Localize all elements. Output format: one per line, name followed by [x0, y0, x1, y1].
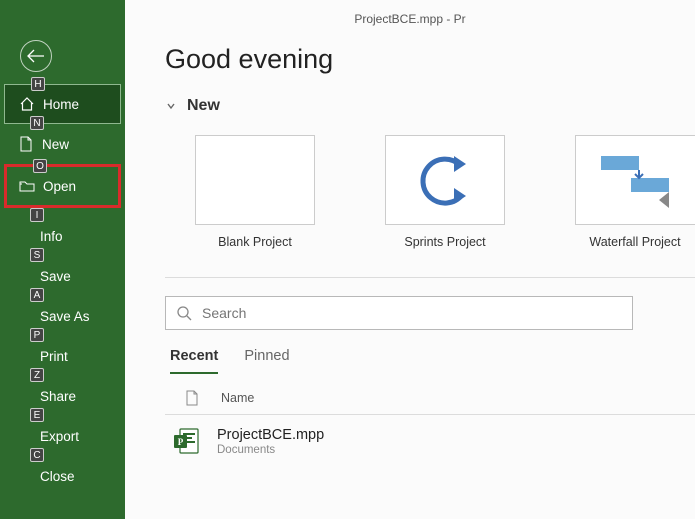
new-file-icon [18, 136, 34, 152]
template-sprints[interactable]: Sprints Project [385, 135, 505, 249]
section-new-label: New [187, 97, 220, 115]
template-waterfall-thumb [575, 135, 695, 225]
nav-share[interactable]: Share Z [0, 376, 125, 416]
nav-home-label: Home [43, 97, 79, 112]
key-hint: C [30, 448, 44, 462]
project-file-icon: P [171, 425, 203, 457]
section-new-header[interactable]: New [165, 97, 695, 115]
template-sprints-thumb [385, 135, 505, 225]
nav-saveas-label: Save As [40, 309, 90, 324]
nav-close[interactable]: Close C [0, 456, 125, 496]
svg-text:P: P [178, 437, 184, 447]
folder-open-icon [19, 178, 35, 194]
backstage-sidebar: Home H New N Open O Info I Save S Save A… [0, 0, 125, 519]
nav-export[interactable]: Export E [0, 416, 125, 456]
nav-export-label: Export [40, 429, 79, 444]
nav-share-label: Share [40, 389, 76, 404]
template-blank[interactable]: Blank Project [195, 135, 315, 249]
nav-info[interactable]: Info I [0, 216, 125, 256]
template-sprints-label: Sprints Project [404, 235, 485, 249]
search-icon [166, 305, 202, 321]
file-icon [185, 390, 199, 406]
sidebar-header [0, 0, 125, 84]
nav-open-label: Open [43, 179, 76, 194]
nav-info-label: Info [40, 229, 63, 244]
chevron-down-icon [165, 100, 177, 112]
back-arrow-icon [27, 49, 45, 63]
key-hint: O [33, 159, 47, 173]
recent-tabs: Recent Pinned [165, 348, 695, 374]
search-input[interactable] [202, 305, 632, 321]
templates-row: Blank Project Sprints Project [165, 135, 695, 249]
nav-new[interactable]: New N [0, 124, 125, 164]
tab-recent[interactable]: Recent [170, 348, 218, 374]
waterfall-icon [591, 150, 681, 210]
key-hint: A [30, 288, 44, 302]
key-hint: P [30, 328, 44, 342]
tab-pinned[interactable]: Pinned [244, 348, 289, 374]
nav-print[interactable]: Print P [0, 336, 125, 376]
column-name: Name [221, 391, 254, 405]
file-name: ProjectBCE.mpp [217, 427, 324, 443]
file-location: Documents [217, 444, 324, 456]
template-waterfall[interactable]: Waterfall Project [575, 135, 695, 249]
nav-home[interactable]: Home H [4, 84, 121, 124]
nav-secondary-group: Info I Save S Save As A Print P Share Z … [0, 216, 125, 496]
nav-new-label: New [42, 137, 69, 152]
file-info: ProjectBCE.mpp Documents [217, 427, 324, 456]
nav-saveas[interactable]: Save As A [0, 296, 125, 336]
key-hint: S [30, 248, 44, 262]
nav-save-label: Save [40, 269, 71, 284]
template-blank-label: Blank Project [218, 235, 292, 249]
sprint-loop-icon [410, 150, 480, 210]
search-box[interactable] [165, 296, 633, 330]
key-hint: N [30, 116, 44, 130]
nav-close-label: Close [40, 469, 75, 484]
key-hint: H [31, 77, 45, 91]
back-button[interactable] [20, 40, 52, 72]
nav-open[interactable]: Open O [4, 164, 121, 208]
main-panel: ProjectBCE.mpp - Pr Good evening New Bla… [125, 0, 695, 519]
key-hint: Z [30, 368, 44, 382]
template-blank-thumb [195, 135, 315, 225]
home-icon [19, 96, 35, 112]
file-row[interactable]: P ProjectBCE.mpp Documents [165, 415, 695, 467]
nav-save[interactable]: Save S [0, 256, 125, 296]
window-title: ProjectBCE.mpp - Pr [125, 12, 695, 26]
key-hint: E [30, 408, 44, 422]
template-waterfall-label: Waterfall Project [589, 235, 680, 249]
key-hint: I [30, 208, 44, 222]
nav-print-label: Print [40, 349, 68, 364]
file-list-header: Name [165, 390, 695, 406]
divider [165, 277, 695, 278]
